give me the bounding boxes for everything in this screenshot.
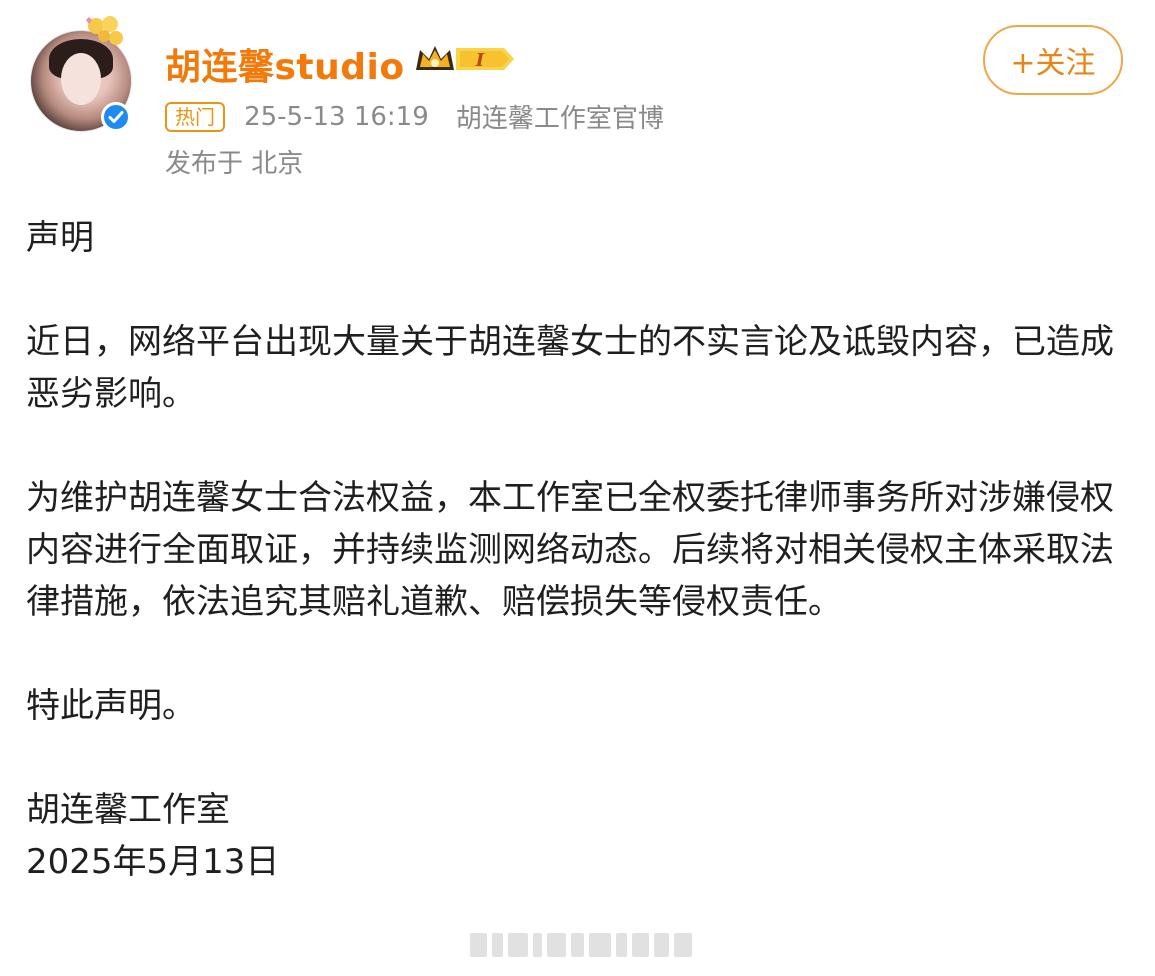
follow-button[interactable]: +关注 bbox=[983, 25, 1123, 95]
post-meta-row: 热门 25-5-13 16:19 胡连馨工作室官博 bbox=[165, 98, 686, 135]
post-source[interactable]: 胡连馨工作室官博 bbox=[456, 98, 664, 135]
post-date: 2025年5月13日 bbox=[26, 842, 280, 882]
post-header: 胡连馨studio I 热门 25-5-13 16:19 胡连馨工作室官博 发布… bbox=[0, 0, 1155, 200]
username[interactable]: 胡连馨studio bbox=[165, 38, 405, 90]
verified-badge-icon bbox=[101, 102, 131, 132]
post-paragraph: 近日，网络平台出现大量关于胡连馨女士的不实言论及诋毁内容，已造成恶劣影响。 bbox=[26, 322, 1114, 414]
member-level-label: I bbox=[475, 50, 485, 71]
avatar-face-shape bbox=[61, 53, 101, 105]
post-title: 声明 bbox=[26, 218, 94, 258]
post-signature: 胡连馨工作室 bbox=[26, 790, 230, 830]
post-location: 发布于 北京 bbox=[165, 149, 304, 179]
post-timestamp: 25-5-13 16:19 bbox=[244, 101, 429, 132]
hot-badge: 热门 bbox=[165, 101, 225, 132]
member-crown-badge-icon[interactable]: I bbox=[412, 40, 516, 78]
avatar-frame-decoration-icon bbox=[86, 16, 123, 45]
post-body: 声明 近日，网络平台出现大量关于胡连馨女士的不实言论及诋毁内容，已造成恶劣影响。… bbox=[26, 212, 1126, 888]
blurred-watermark bbox=[470, 930, 692, 960]
post-paragraph: 为维护胡连馨女士合法权益，本工作室已全权委托律师事务所对涉嫌侵权内容进行全面取证… bbox=[26, 478, 1114, 622]
follow-button-label: +关注 bbox=[1010, 46, 1096, 81]
post-paragraph: 特此声明。 bbox=[26, 686, 196, 726]
